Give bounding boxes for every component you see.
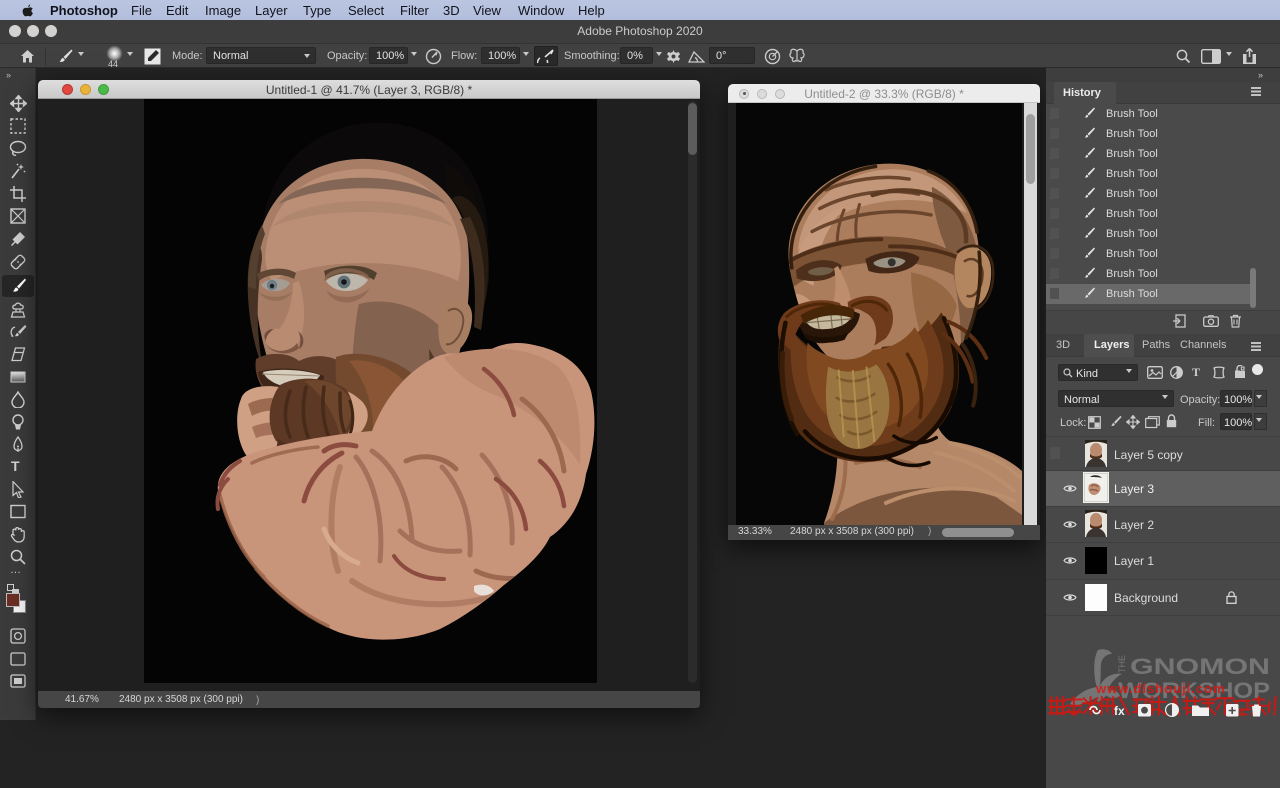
- svg-text:GNOMON: GNOMON: [1130, 654, 1270, 679]
- svg-text:fx: fx: [1114, 704, 1125, 718]
- svg-text:THE: THE: [1117, 655, 1127, 673]
